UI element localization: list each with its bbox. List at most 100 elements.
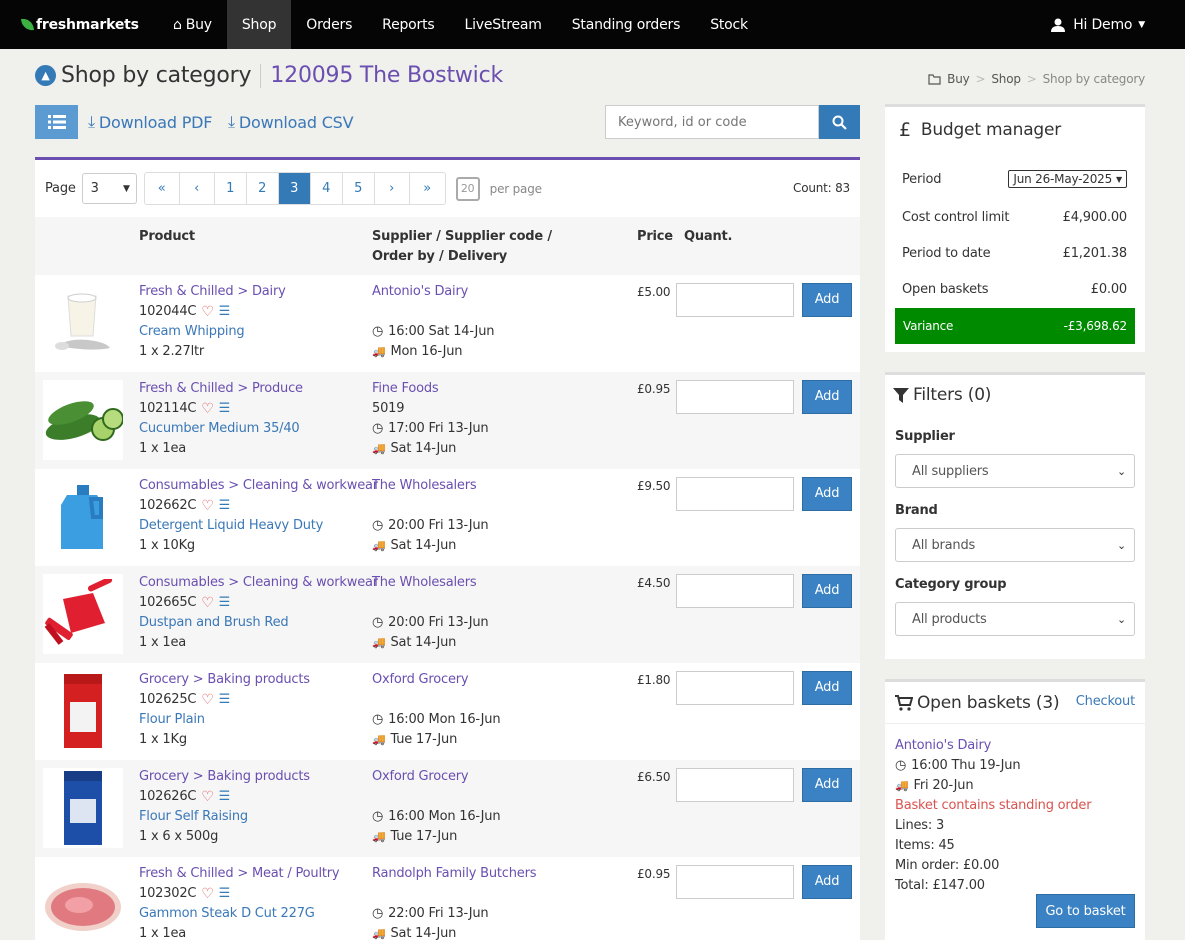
download-pdf-link[interactable]: ⤓ Download PDF — [88, 112, 212, 132]
add-button[interactable]: Add — [802, 283, 852, 317]
list-icon[interactable]: ☰ — [219, 884, 231, 904]
favourite-heart-icon[interactable]: ♡ — [201, 399, 214, 419]
brand-filter-select[interactable]: All brands ⌄ — [895, 528, 1135, 562]
search-button[interactable] — [819, 105, 860, 139]
product-name-link[interactable]: Cream Whipping — [139, 322, 245, 342]
favourite-heart-icon[interactable]: ♡ — [201, 884, 214, 904]
list-icon[interactable]: ☰ — [219, 399, 231, 419]
product-name-link[interactable]: Cucumber Medium 35/40 — [139, 419, 300, 439]
list-icon[interactable]: ☰ — [219, 302, 231, 322]
supplier-link[interactable]: The Wholesalers — [372, 573, 477, 593]
quantity-input[interactable] — [676, 865, 794, 899]
supplier-link[interactable]: Randolph Family Butchers — [372, 864, 537, 884]
breadcrumb-shop[interactable]: Shop — [991, 72, 1021, 86]
quantity-input[interactable] — [676, 574, 794, 608]
order-cutoff: ◷ 17:00 Fri 13-Jun — [372, 419, 489, 439]
product-image[interactable] — [43, 380, 123, 460]
list-icon[interactable]: ☰ — [219, 787, 231, 807]
supplier-link[interactable]: Oxford Grocery — [372, 767, 469, 787]
nav-reports[interactable]: Reports — [367, 0, 449, 49]
nav-orders[interactable]: Orders — [291, 0, 367, 49]
checkout-link[interactable]: Checkout — [1076, 694, 1135, 709]
quantity-input[interactable] — [676, 477, 794, 511]
favourite-heart-icon[interactable]: ♡ — [201, 593, 214, 613]
supplier-link[interactable]: Oxford Grocery — [372, 670, 469, 690]
truck-icon: 🚚 — [372, 733, 386, 746]
prev-page-button[interactable]: ‹ — [180, 173, 215, 204]
product-category-link[interactable]: Fresh & Chilled > Dairy — [139, 282, 286, 302]
user-menu[interactable]: Hi Demo ▼ — [1051, 0, 1145, 49]
product-category-link[interactable]: Consumables > Cleaning & workwear — [139, 573, 378, 593]
page-button[interactable]: 4 — [311, 173, 343, 204]
product-image[interactable] — [43, 768, 123, 848]
next-page-button[interactable]: › — [375, 173, 410, 204]
order-cutoff: ◷ 20:00 Fri 13-Jun — [372, 516, 489, 536]
supplier-link[interactable]: The Wholesalers — [372, 476, 477, 496]
product-category-link[interactable]: Grocery > Baking products — [139, 670, 310, 690]
store-link[interactable]: 120095 The Bostwick — [270, 63, 503, 88]
add-button[interactable]: Add — [802, 671, 852, 705]
product-image[interactable] — [43, 865, 123, 940]
add-button[interactable]: Add — [802, 865, 852, 899]
favourite-heart-icon[interactable]: ♡ — [201, 302, 214, 322]
add-button[interactable]: Add — [802, 477, 852, 511]
nav-standing-orders[interactable]: Standing orders — [557, 0, 695, 49]
list-view-button[interactable] — [35, 105, 78, 139]
page-button[interactable]: 1 — [215, 173, 247, 204]
download-csv-link[interactable]: ⤓ Download CSV — [228, 112, 354, 132]
product-image[interactable] — [43, 477, 123, 557]
favourite-heart-icon[interactable]: ♡ — [201, 496, 214, 516]
product-name-link[interactable]: Detergent Liquid Heavy Duty — [139, 516, 323, 536]
search-input[interactable] — [605, 105, 819, 139]
category-group-select[interactable]: All products ⌄ — [895, 602, 1135, 636]
first-page-button[interactable]: « — [145, 173, 180, 204]
quantity-input[interactable] — [676, 380, 794, 414]
favourite-heart-icon[interactable]: ♡ — [201, 690, 214, 710]
order-cutoff: ◷ 20:00 Fri 13-Jun — [372, 613, 489, 633]
per-page-input[interactable]: 20 — [455, 176, 480, 201]
quantity-input[interactable] — [676, 768, 794, 802]
supplier-link[interactable]: Antonio's Dairy — [372, 282, 468, 302]
nav-livestream[interactable]: LiveStream — [449, 0, 556, 49]
supplier-filter-select[interactable]: All suppliers ⌄ — [895, 454, 1135, 488]
brand-logo[interactable]: freshmarkets — [20, 17, 158, 33]
product-pack-size: 1 x 1Kg — [139, 732, 187, 747]
list-icon[interactable]: ☰ — [219, 690, 231, 710]
list-icon[interactable]: ☰ — [219, 496, 231, 516]
pound-icon: £ — [899, 119, 911, 141]
list-icon[interactable]: ☰ — [219, 593, 231, 613]
add-button[interactable]: Add — [802, 574, 852, 608]
page-button-current[interactable]: 3 — [278, 173, 311, 204]
quantity-input[interactable] — [676, 283, 794, 317]
add-button[interactable]: Add — [802, 380, 852, 414]
last-page-button[interactable]: » — [410, 173, 445, 204]
product-category-link[interactable]: Grocery > Baking products — [139, 767, 310, 787]
favourite-heart-icon[interactable]: ♡ — [201, 787, 214, 807]
nav-buy[interactable]: ⌂ Buy — [158, 0, 227, 49]
period-to-date-label: Period to date — [902, 246, 991, 261]
add-button[interactable]: Add — [802, 768, 852, 802]
product-image[interactable] — [43, 574, 123, 654]
product-image[interactable] — [43, 671, 123, 751]
nav-stock[interactable]: Stock — [695, 0, 763, 49]
product-category-link[interactable]: Fresh & Chilled > Produce — [139, 379, 303, 399]
product-category-link[interactable]: Consumables > Cleaning & workwear — [139, 476, 378, 496]
chevron-up-circle-icon[interactable]: ▲ — [35, 65, 56, 86]
product-name-link[interactable]: Gammon Steak D Cut 227G — [139, 904, 315, 924]
breadcrumb-buy[interactable]: Buy — [947, 72, 970, 86]
go-to-basket-button[interactable]: Go to basket — [1036, 894, 1135, 928]
basket-supplier-link[interactable]: Antonio's Dairy — [895, 736, 991, 756]
product-category-link[interactable]: Fresh & Chilled > Meat / Poultry — [139, 864, 340, 884]
page-button[interactable]: 2 — [247, 173, 279, 204]
nav-shop[interactable]: Shop — [226, 0, 292, 49]
delivery-date: 🚚 Sat 14-Jun — [372, 924, 456, 940]
product-name-link[interactable]: Flour Self Raising — [139, 807, 248, 827]
quantity-input[interactable] — [676, 671, 794, 705]
product-name-link[interactable]: Dustpan and Brush Red — [139, 613, 289, 633]
period-select[interactable]: Jun 26-May-2025 ▼ — [1008, 170, 1127, 188]
page-button[interactable]: 5 — [343, 173, 375, 204]
supplier-link[interactable]: Fine Foods — [372, 379, 439, 399]
page-select[interactable]: 3 ▼ — [81, 173, 137, 204]
product-image[interactable] — [43, 283, 123, 363]
product-name-link[interactable]: Flour Plain — [139, 710, 205, 730]
